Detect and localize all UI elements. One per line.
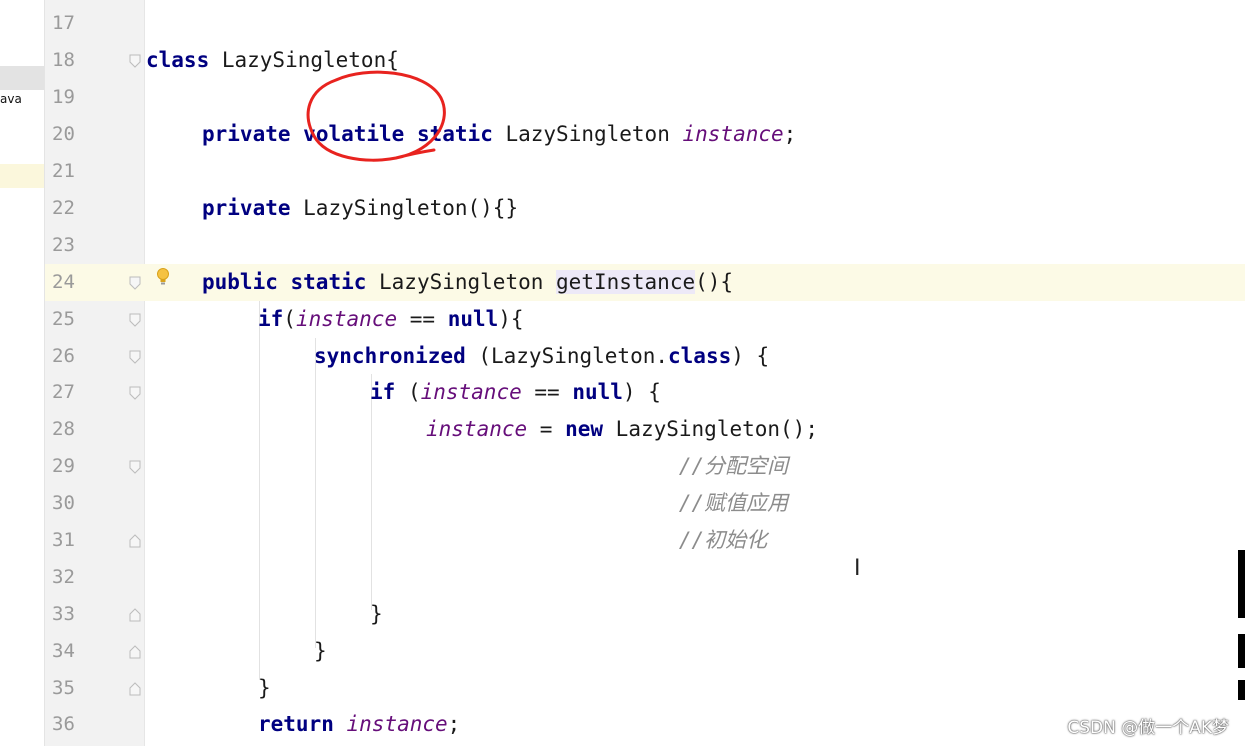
line-number: 33 [52, 603, 75, 625]
code-line[interactable]: 36 return instance; [0, 706, 1245, 743]
code-line-text[interactable]: } [370, 596, 383, 633]
code-line[interactable]: 33 } [0, 596, 1245, 633]
line-number: 32 [52, 566, 75, 588]
line-number: 21 [52, 160, 75, 182]
line-number: 20 [52, 123, 75, 145]
line-number: 29 [52, 455, 75, 477]
line-number: 19 [52, 86, 75, 108]
code-line[interactable]: 27 if (instance == null) { [0, 374, 1245, 411]
fold-marker-icon[interactable] [129, 460, 141, 474]
line-number: 34 [52, 640, 75, 662]
code-line[interactable]: 29 //分配空间 [0, 448, 1245, 485]
code-line[interactable]: 34 } [0, 633, 1245, 670]
code-line[interactable]: 30 //赋值应用 [0, 485, 1245, 522]
code-line[interactable]: 28 instance = new LazySingleton(); [0, 411, 1245, 448]
fold-marker-icon[interactable] [129, 276, 141, 290]
code-line-current[interactable]: 24 public static LazySingleton getInstan… [45, 264, 1245, 301]
code-line-text[interactable]: private volatile static LazySingleton in… [202, 116, 796, 153]
code-line[interactable]: 22 private LazySingleton(){} [0, 190, 1245, 227]
code-line[interactable]: 20 private volatile static LazySingleton… [0, 116, 1245, 153]
fold-marker-icon[interactable] [129, 682, 141, 696]
code-line[interactable]: 35 } [0, 670, 1245, 707]
line-number: 27 [52, 381, 75, 403]
code-line[interactable]: 17 [0, 5, 1245, 42]
code-line-text[interactable]: private LazySingleton(){} [202, 190, 518, 227]
code-comment[interactable]: //初始化 [426, 522, 767, 559]
line-number: 17 [52, 12, 75, 34]
fold-marker-icon[interactable] [129, 608, 141, 622]
fold-marker-icon[interactable] [129, 534, 141, 548]
line-number: 22 [52, 197, 75, 219]
red-circle-annotation [306, 70, 446, 162]
code-line-text[interactable]: instance = new LazySingleton(); [426, 411, 818, 448]
line-number: 30 [52, 492, 75, 514]
watermark: CSDN @做一个AK梦 [1067, 718, 1229, 738]
code-line[interactable]: 26 synchronized (LazySingleton.class) { [0, 338, 1245, 375]
code-line[interactable]: 31 //初始化 [0, 522, 1245, 559]
code-line[interactable]: 23 [0, 227, 1245, 264]
code-line-text[interactable]: if(instance == null){ [258, 301, 524, 338]
code-line-text[interactable]: public static LazySingleton getInstance(… [202, 264, 733, 301]
code-line-text[interactable]: if (instance == null) { [370, 374, 661, 411]
fold-marker-icon[interactable] [129, 350, 141, 364]
code-line-text[interactable]: } [314, 633, 327, 670]
code-line-text[interactable]: return instance; [258, 706, 460, 743]
line-number: 36 [52, 713, 75, 735]
fold-marker-icon[interactable] [129, 54, 141, 68]
code-line[interactable]: 21 [0, 153, 1245, 190]
code-line-text[interactable]: } [258, 670, 271, 707]
fold-marker-icon[interactable] [129, 386, 141, 400]
text-cursor-icon: I [854, 556, 861, 581]
line-number: 26 [52, 345, 75, 367]
line-number: 25 [52, 308, 75, 330]
code-comment[interactable]: //赋值应用 [426, 485, 788, 522]
code-line[interactable]: 25 if(instance == null){ [0, 301, 1245, 338]
line-number: 24 [52, 271, 75, 293]
line-number: 28 [52, 418, 75, 440]
line-number: 23 [52, 234, 75, 256]
line-number: 18 [52, 49, 75, 71]
code-line[interactable]: 32 [0, 559, 1245, 596]
code-line-text[interactable]: synchronized (LazySingleton.class) { [314, 338, 769, 375]
fold-marker-icon[interactable] [129, 645, 141, 659]
editor-scroll-markers[interactable] [1237, 550, 1245, 700]
code-comment[interactable]: //分配空间 [426, 448, 788, 485]
line-number: 35 [52, 677, 75, 699]
fold-marker-icon[interactable] [129, 313, 141, 327]
line-number: 31 [52, 529, 75, 551]
code-line[interactable]: 19 [0, 79, 1245, 116]
lightbulb-icon[interactable] [156, 268, 170, 290]
code-line[interactable]: 18 class LazySingleton{ [0, 42, 1245, 79]
